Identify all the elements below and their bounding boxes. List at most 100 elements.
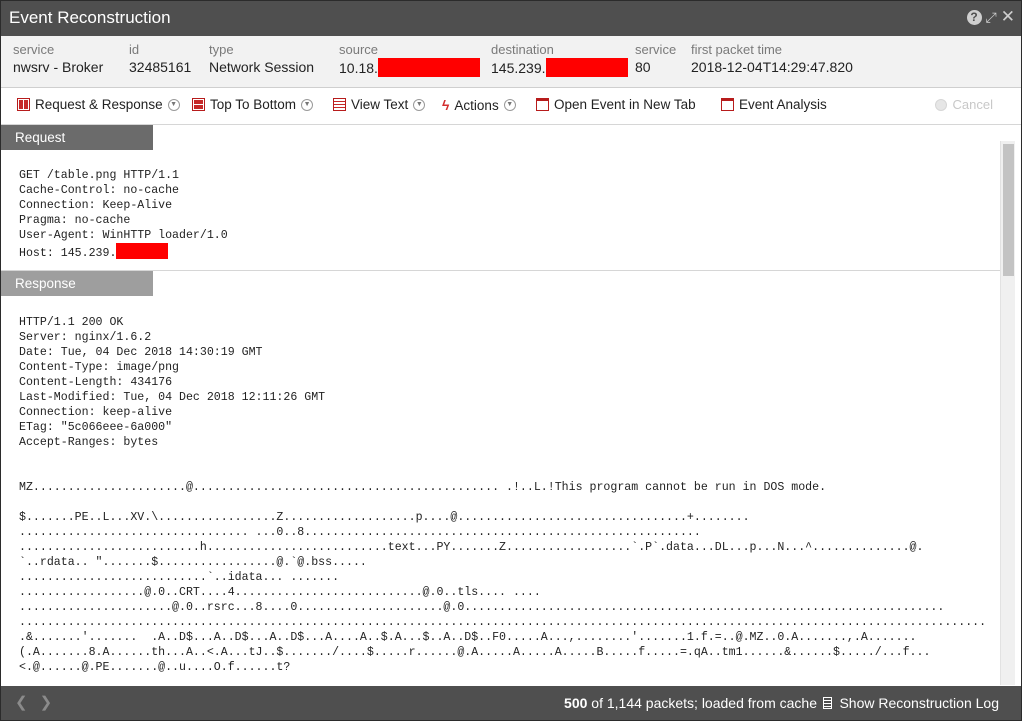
- response-line: Server: nginx/1.6.2: [19, 331, 152, 344]
- meta-type: type Network Session: [209, 42, 314, 76]
- response-line: HTTP/1.1 200 OK: [19, 316, 124, 329]
- response-line: Date: Tue, 04 Dec 2018 14:30:19 GMT: [19, 346, 263, 359]
- packet-navigation: ❮❯: [15, 693, 64, 711]
- chevron-down-icon: ▼: [503, 99, 516, 111]
- response-line: ETag: "5c066eee-6a000": [19, 421, 173, 434]
- response-line: Content-Type: image/png: [19, 361, 180, 374]
- payload-line: `..rdata.. ".......$.................@.`…: [19, 556, 367, 569]
- close-icon[interactable]: ✕: [1001, 8, 1015, 25]
- meta-type-label: type: [209, 42, 234, 57]
- payload-line: ..................@.0..CRT....4.........…: [19, 586, 541, 599]
- loaded-packet-count: 500: [564, 695, 588, 711]
- response-line: Content-Length: 434176: [19, 376, 173, 389]
- payload-line: ..........................h.............…: [19, 541, 924, 554]
- payload-line: (.A.......8.A......th...A..<.A...tJ..$..…: [19, 646, 931, 659]
- meta-first-packet-time: first packet time 2018-12-04T14:29:47.82…: [691, 42, 853, 76]
- payload-header-line: MZ......................@...............…: [19, 481, 827, 494]
- top-to-bottom-label: Top To Bottom: [210, 97, 297, 112]
- payload-line: <.@......@.PE.......@..u....O.f......t?: [19, 661, 291, 674]
- request-line: User-Agent: WinHTTP loader/1.0: [19, 229, 228, 242]
- meta-service: service nwsrv - Broker: [13, 42, 103, 76]
- actions-dropdown[interactable]: ϟ Actions ▼: [442, 97, 516, 113]
- response-headers: HTTP/1.1 200 OK Server: nginx/1.6.2 Date: …: [1, 315, 1001, 450]
- expand-icon[interactable]: ⤢: [986, 9, 997, 25]
- meta-service-label: service: [13, 42, 55, 57]
- next-arrow-icon[interactable]: ❯: [40, 694, 65, 711]
- request-headers: GET /table.png HTTP/1.1 Cache-Control: no…: [1, 168, 1001, 261]
- redaction-bar: [116, 243, 169, 259]
- event-analysis-button[interactable]: Event Analysis: [721, 97, 827, 112]
- payload-line: ................................. ...0..…: [19, 526, 701, 539]
- meta-source: source 10.18.: [339, 42, 480, 77]
- payload-line: .&.......'....... .A..D$...A..D$...A..D$…: [19, 631, 917, 644]
- payload-line: ...........................`..idata... .…: [19, 571, 340, 584]
- host-text: Host: 145.239.: [19, 247, 117, 260]
- event-reconstruction-window: Event Reconstruction ? ⤢ ✕ service nwsrv…: [0, 0, 1022, 721]
- request-line: Pragma: no-cache: [19, 214, 131, 227]
- payload-line: $.......PE..L...XV.\.................Z..…: [19, 511, 750, 524]
- meta-destination-label: destination: [491, 42, 554, 57]
- split-view-icon: [17, 98, 30, 111]
- destination-ip-text: 145.239.: [491, 60, 546, 76]
- meta-service-value: nwsrv - Broker: [13, 59, 104, 75]
- request-line: GET /table.png HTTP/1.1: [19, 169, 180, 182]
- redaction-bar: [377, 58, 480, 77]
- previous-arrow-icon[interactable]: ❮: [15, 694, 40, 711]
- window-controls: ? ⤢ ✕: [966, 8, 1015, 25]
- payload-line: ........................................…: [19, 616, 987, 629]
- open-event-label: Open Event in New Tab: [554, 97, 696, 112]
- response-line: Connection: keep-alive: [19, 406, 173, 419]
- meta-service-port-label: service: [635, 42, 677, 57]
- status-bar: ❮❯ 500 of 1,144 packets; loaded from cac…: [1, 686, 1021, 720]
- show-reconstruction-log-button[interactable]: Show Reconstruction Log: [823, 695, 999, 711]
- response-section-header: Response: [1, 271, 153, 296]
- vertical-scrollbar[interactable]: [1000, 141, 1015, 685]
- meta-type-value: Network Session: [209, 59, 315, 75]
- meta-first-packet-label: first packet time: [691, 42, 783, 57]
- open-event-new-tab-button[interactable]: Open Event in New Tab: [536, 97, 696, 112]
- help-icon[interactable]: ?: [966, 9, 982, 25]
- cancel-icon: [934, 98, 947, 111]
- lightning-icon: ϟ: [442, 97, 450, 113]
- event-metadata: service nwsrv - Broker id 32485161 type …: [1, 36, 1021, 88]
- scrollbar-thumb[interactable]: [1003, 144, 1014, 276]
- meta-id-value: 32485161: [129, 59, 192, 75]
- meta-destination: destination 145.239.: [491, 42, 628, 77]
- view-text-dropdown[interactable]: View Text ▼: [333, 97, 426, 112]
- meta-id: id 32485161: [129, 42, 191, 76]
- top-to-bottom-dropdown[interactable]: Top To Bottom ▼: [192, 97, 314, 112]
- meta-source-label: source: [339, 42, 379, 57]
- response-line: Accept-Ranges: bytes: [19, 436, 159, 449]
- request-line: Cache-Control: no-cache: [19, 184, 180, 197]
- text-view-icon: [333, 98, 346, 111]
- actions-label: Actions: [454, 97, 499, 113]
- meta-id-label: id: [129, 42, 140, 57]
- reconstruction-content[interactable]: Request GET /table.png HTTP/1.1 Cache-Con…: [1, 125, 1001, 685]
- reconstruction-toolbar: Request & Response ▼ Top To Bottom ▼ Vie…: [1, 88, 1021, 125]
- meta-source-value: 10.18.: [339, 58, 480, 77]
- chevron-down-icon: ▼: [301, 98, 314, 111]
- redaction-bar: [545, 58, 628, 77]
- response-line: Last-Modified: Tue, 04 Dec 2018 12:11:26…: [19, 391, 326, 404]
- request-response-label: Request & Response: [35, 97, 163, 112]
- cancel-label: Cancel: [952, 97, 993, 112]
- meta-first-packet-value: 2018-12-04T14:29:47.820: [691, 59, 853, 75]
- chevron-down-icon: ▼: [167, 98, 180, 111]
- meta-destination-value: 145.239.: [491, 58, 628, 77]
- event-analysis-icon: [721, 98, 734, 111]
- source-ip-text: 10.18.: [339, 60, 378, 76]
- view-text-label: View Text: [351, 97, 409, 112]
- meta-service-port: service 80: [635, 42, 676, 76]
- window-title: Event Reconstruction: [9, 8, 171, 27]
- meta-service-port-value: 80: [635, 59, 651, 75]
- packet-status: 500 of 1,144 packets; loaded from cache: [564, 695, 817, 711]
- log-icon: [823, 697, 833, 709]
- request-response-dropdown[interactable]: Request & Response ▼: [17, 97, 180, 112]
- payload-line: ......................@.0..rsrc...8....0…: [19, 601, 945, 614]
- title-bar: Event Reconstruction ? ⤢ ✕: [1, 1, 1021, 36]
- chevron-down-icon: ▼: [413, 98, 426, 111]
- layout-icon: [192, 98, 205, 111]
- cancel-button[interactable]: Cancel: [934, 97, 993, 112]
- payload-body: $.......PE..L...XV.\.................Z..…: [1, 510, 1001, 675]
- request-line-host: Host: 145.239.: [19, 243, 1001, 261]
